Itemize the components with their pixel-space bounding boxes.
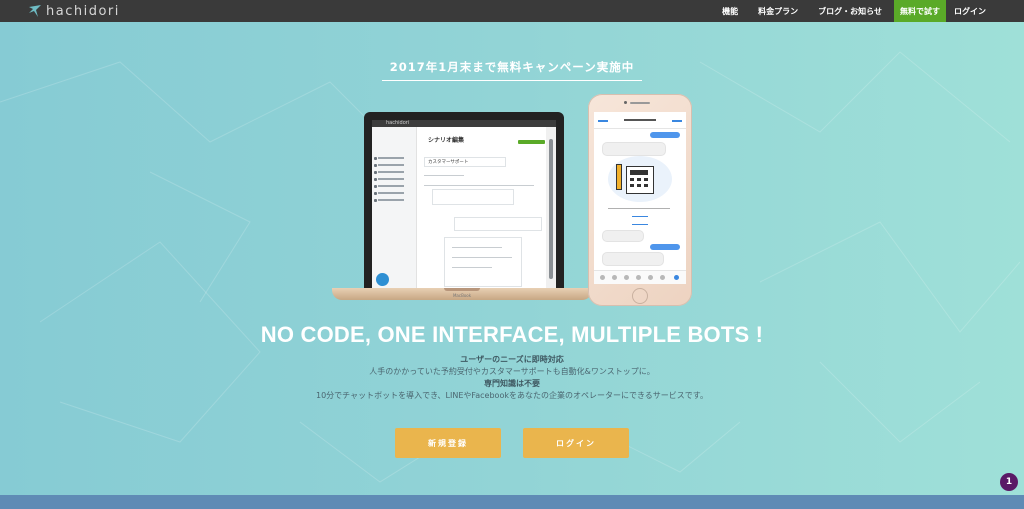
brand-name: hachidori <box>46 3 120 19</box>
hero-headline: NO CODE, ONE INTERFACE, MULTIPLE BOTS ! <box>260 322 764 347</box>
signup-button[interactable]: 新規登録 <box>395 428 501 458</box>
app-scrollbar <box>546 127 556 288</box>
app-title: シナリオ編集 <box>428 137 465 144</box>
campaign-text: 2017年1月末まで無料キャンペーン実施中 <box>381 59 643 81</box>
app-main-panel: シナリオ編集 カスタマーサポート <box>418 127 546 288</box>
next-section-band <box>0 495 1024 509</box>
phone-input-bar <box>594 270 686 284</box>
login-button[interactable]: ログイン <box>523 428 629 458</box>
campaign-banner: 2017年1月末まで無料キャンペーン実施中 <box>0 56 1024 81</box>
app-sidebar <box>372 127 417 288</box>
calculator-icon <box>626 166 654 194</box>
brand-logo[interactable]: hachidori <box>28 0 120 22</box>
hero-text-1: 人手のかかっていた予約受付やカスタマーサポートも自動化&ワンストップに。 <box>369 367 655 376</box>
nav-links: 機能 料金プラン ブログ・お知らせ 無料で試す ログイン <box>712 0 1024 22</box>
hummingbird-icon <box>29 5 41 17</box>
app-header-logo: hachidori <box>386 120 410 126</box>
laptop-mockup: hachidori シナリオ編集 カスタマーサポート MacBook <box>332 112 592 308</box>
notification-badge[interactable]: 1 <box>1000 473 1018 491</box>
laptop-brand-label: MacBook <box>452 293 472 298</box>
app-textarea <box>432 189 514 205</box>
hero-subheading-2: 専門知識は不要 <box>484 379 540 388</box>
hero-text-2: 10分でチャットボットを導入でき、LINEやFacebookをあなたの企業のオペ… <box>315 391 709 400</box>
hero-subheading-1: ユーザーのニーズに即時対応 <box>460 355 564 364</box>
nav-link-features[interactable]: 機能 <box>712 0 748 22</box>
app-save-badge <box>518 140 545 144</box>
app-header-bar: hachidori <box>372 120 556 127</box>
chat-bubble-icon <box>376 273 389 286</box>
nav-link-pricing[interactable]: 料金プラン <box>748 0 808 22</box>
app-card <box>444 237 522 287</box>
laptop-screen: hachidori シナリオ編集 カスタマーサポート <box>364 112 564 288</box>
phone-home-button <box>632 288 648 304</box>
app-field-text: カスタマーサポート <box>428 160 469 165</box>
laptop-display: hachidori シナリオ編集 カスタマーサポート <box>372 120 556 288</box>
phone-chat-header <box>594 116 686 129</box>
phone-mockup <box>588 94 692 306</box>
nav-login-link[interactable]: ログイン <box>946 0 1024 22</box>
free-trial-button[interactable]: 無料で試す <box>894 0 946 22</box>
top-navbar: hachidori 機能 料金プラン ブログ・お知らせ 無料で試す ログイン <box>0 0 1024 22</box>
app-message-box <box>454 217 542 231</box>
nav-link-blog[interactable]: ブログ・お知らせ <box>808 0 892 22</box>
phone-screen <box>594 112 686 284</box>
